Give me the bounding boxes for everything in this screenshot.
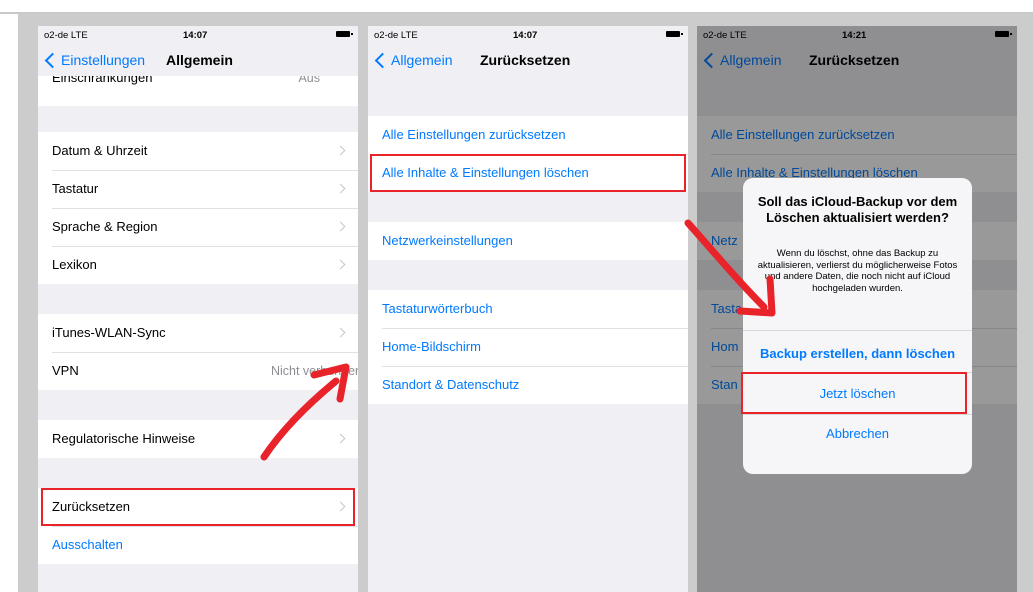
reset-all-settings[interactable]: Alle Einstellungen zurücksetzen: [368, 116, 688, 154]
chevron-left-icon: [44, 52, 61, 68]
reset-group-2: Netzwerkeinstellungen: [368, 222, 688, 260]
row-label-einschraenkungen[interactable]: Einschränkungen: [52, 76, 152, 85]
cancel-button[interactable]: Abbrechen: [743, 416, 972, 452]
row-label: Tastatur: [52, 181, 99, 196]
settings-row-ausschalten[interactable]: Ausschalten: [38, 526, 358, 564]
row-label: VPN: [52, 363, 79, 378]
chevron-right-icon: [335, 183, 346, 194]
highlight-zuruecksetzen: [41, 488, 355, 526]
row-label: Home-Bildschirm: [382, 339, 481, 354]
settings-group-clipped: Einschränkungen Aus: [38, 76, 358, 106]
battery-icon: [336, 31, 353, 37]
row-label: Datum & Uhrzeit: [52, 143, 148, 158]
settings-row-datum-uhrzeit[interactable]: Datum & Uhrzeit: [38, 132, 358, 170]
back-button[interactable]: Einstellungen: [44, 52, 145, 68]
clock: 14:07: [513, 30, 538, 41]
status-bar: o2-de LTE 14:07: [368, 26, 688, 44]
highlight-erase-all: [370, 154, 686, 192]
settings-row-sprache-region[interactable]: Sprache & Region: [38, 208, 358, 246]
row-label: Standort & Datenschutz: [382, 377, 520, 392]
reset-location-privacy[interactable]: Standort & Datenschutz: [368, 366, 688, 404]
back-button[interactable]: Allgemein: [374, 52, 452, 68]
row-label: Netzwerkeinstellungen: [382, 233, 513, 248]
row-value-einschraenkungen: Aus: [298, 76, 320, 85]
clock: 14:07: [183, 30, 208, 41]
row-label: Ausschalten: [52, 537, 123, 552]
navigation-bar: Allgemein Zurücksetzen: [368, 46, 688, 76]
page-title: Zurücksetzen: [480, 52, 571, 68]
navigation-bar: Einstellungen Allgemein: [38, 46, 358, 76]
chevron-right-icon: [335, 259, 346, 270]
reset-network-settings[interactable]: Netzwerkeinstellungen: [368, 222, 688, 260]
row-label: Sprache & Region: [52, 219, 158, 234]
row-label: Lexikon: [52, 257, 97, 272]
settings-group-datetime: Datum & Uhrzeit Tastatur Sprache & Regio…: [38, 132, 358, 284]
phone-screen-zuruecksetzen: o2-de LTE 14:07 Allgemein Zurücksetzen A…: [368, 26, 688, 592]
reset-keyboard-dictionary[interactable]: Tastaturwörterbuch: [368, 290, 688, 328]
chevron-right-icon: [335, 221, 346, 232]
highlight-erase-now: [741, 372, 967, 414]
chevron-right-icon: [335, 327, 346, 338]
chevron-right-icon: [335, 145, 346, 156]
divider: [743, 414, 972, 415]
top-border: [0, 0, 1033, 14]
chevron-left-icon: [374, 52, 391, 68]
row-label: Tastaturwörterbuch: [382, 301, 493, 316]
carrier-label: o2-de LTE: [44, 30, 88, 41]
reset-home-screen[interactable]: Home-Bildschirm: [368, 328, 688, 366]
divider: [743, 330, 972, 331]
back-label: Einstellungen: [61, 52, 146, 68]
back-label: Allgemein: [391, 52, 453, 68]
row-label: Alle Einstellungen zurücksetzen: [382, 127, 566, 142]
settings-row-itunes-wlan-sync[interactable]: iTunes-WLAN-Sync: [38, 314, 358, 352]
row-label: iTunes-WLAN-Sync: [52, 325, 166, 340]
settings-row-lexikon[interactable]: Lexikon: [38, 246, 358, 284]
phone-screen-allgemein: o2-de LTE 14:07 Einstellungen Allgemein …: [38, 26, 358, 592]
battery-icon: [666, 31, 683, 37]
arrow-icon: [684, 219, 776, 317]
backup-then-erase-button[interactable]: Backup erstellen, dann löschen: [743, 336, 972, 372]
settings-row-tastatur[interactable]: Tastatur: [38, 170, 358, 208]
reset-group-3: Tastaturwörterbuch Home-Bildschirm Stand…: [368, 290, 688, 404]
arrow-icon: [260, 363, 350, 461]
page-title: Allgemein: [166, 52, 233, 68]
carrier-label: o2-de LTE: [374, 30, 418, 41]
row-label: Regulatorische Hinweise: [52, 431, 196, 446]
status-bar: o2-de LTE 14:07: [38, 26, 358, 44]
